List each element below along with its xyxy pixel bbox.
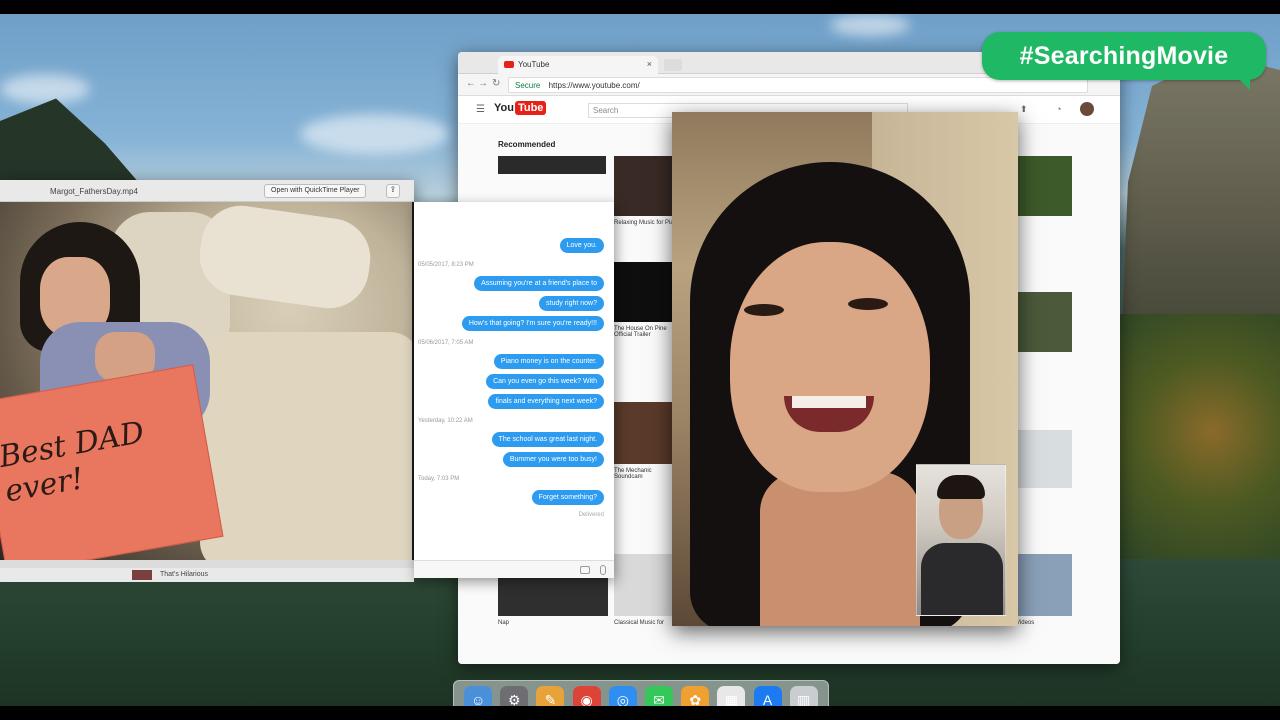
forward-icon[interactable]: → xyxy=(478,78,488,89)
player-titlebar: Margot_FathersDay.mp4 Open with QuickTim… xyxy=(0,180,414,202)
caller-eye xyxy=(744,304,784,316)
new-tab-button[interactable] xyxy=(664,59,682,71)
video-title[interactable]: The Mechanic Soundcam xyxy=(614,468,670,480)
cloud xyxy=(830,14,910,36)
message-bubble[interactable]: finals and everything next week? xyxy=(488,394,604,409)
cloud xyxy=(0,74,90,104)
browser-tab-youtube[interactable]: YouTube × xyxy=(498,56,658,74)
caller-neck xyxy=(760,472,920,626)
safari-icon[interactable]: ◎ xyxy=(608,686,637,706)
notification-strip: That's Hilarious xyxy=(0,568,414,582)
open-with-quicktime-button[interactable]: Open with QuickTime Player xyxy=(264,184,367,198)
video-player-window: Margot_FathersDay.mp4 Open with QuickTim… xyxy=(0,180,414,568)
caller-teeth xyxy=(792,396,866,408)
upload-icon[interactable]: ⬆ xyxy=(1020,104,1028,115)
video-frame[interactable]: Best DAD ever! xyxy=(0,202,412,560)
strip-label: That's Hilarious xyxy=(160,571,209,578)
secure-label: Secure xyxy=(515,81,541,90)
cloud xyxy=(300,114,450,154)
self-body xyxy=(921,543,1003,615)
strip-thumbnail xyxy=(132,570,152,580)
video-title[interactable]: Videos xyxy=(1016,620,1034,626)
message-bubble[interactable]: Assuming you're at a friend's place to xyxy=(474,276,604,291)
player-controls[interactable] xyxy=(0,560,414,568)
message-timestamp: 05/05/2017, 8:23 PM xyxy=(418,262,474,268)
system-preferences-icon[interactable]: ⚙ xyxy=(500,686,529,706)
dock: ☺ ⚙ ✎ ◉ ◎ ✉ ✿ ▦ A ▥ xyxy=(453,680,829,706)
back-icon[interactable]: ← xyxy=(466,78,476,89)
reload-icon[interactable]: ↻ xyxy=(492,78,500,89)
finder-icon[interactable]: ☺ xyxy=(464,686,493,706)
facetime-window xyxy=(672,112,1018,626)
caller-eye xyxy=(848,298,888,310)
caller-face xyxy=(730,242,930,492)
message-bubble[interactable]: How's that going? I'm sure you're ready!… xyxy=(461,316,604,331)
share-icon[interactable]: ⇪ xyxy=(386,184,400,198)
delivered-label: Delivered xyxy=(578,512,604,518)
mountain-left xyxy=(0,98,140,184)
notes-icon[interactable]: ✎ xyxy=(536,686,565,706)
youtube-logo[interactable]: You Tube xyxy=(494,101,547,115)
video-thumbnail[interactable] xyxy=(498,578,608,616)
messages-window: Love you. 05/05/2017, 8:23 PM Assuming you… xyxy=(414,202,614,578)
video-thumbnail[interactable] xyxy=(614,402,672,464)
microphone-icon[interactable] xyxy=(600,565,606,575)
player-filename: Margot_FathersDay.mp4 xyxy=(50,187,138,196)
avatar[interactable] xyxy=(1080,102,1094,116)
self-hair xyxy=(937,475,985,499)
video-thumbnail[interactable] xyxy=(1016,156,1072,216)
photos-icon[interactable]: ✿ xyxy=(681,686,710,706)
camera-icon[interactable] xyxy=(580,566,590,574)
message-bubble[interactable]: study right now? xyxy=(539,296,604,311)
calendar-icon[interactable]: ▦ xyxy=(717,686,746,706)
chrome-icon[interactable]: ◉ xyxy=(572,686,601,706)
letterbox-top xyxy=(0,0,1280,14)
youtube-logo-tube: Tube xyxy=(514,101,547,115)
message-bubble[interactable]: Love you. xyxy=(559,238,604,253)
video-thumbnail[interactable] xyxy=(614,156,672,216)
tab-title: YouTube xyxy=(518,60,550,69)
video-title[interactable]: Relaxing Music for Piano xyxy=(614,220,680,226)
youtube-icon xyxy=(504,61,514,68)
trash-icon[interactable]: ▥ xyxy=(789,686,818,706)
url-text: https://www.youtube.com/ xyxy=(548,81,640,90)
bell-icon[interactable]: ◔ xyxy=(1056,104,1061,114)
recommended-heading: Recommended xyxy=(498,140,556,149)
video-title[interactable]: Classical Music for xyxy=(614,620,664,626)
hamburger-menu-icon[interactable]: ☰ xyxy=(476,104,485,115)
letterbox-bottom xyxy=(0,706,1280,720)
message-bubble[interactable]: Piano money is on the counter. xyxy=(493,354,604,369)
video-title[interactable]: Nap xyxy=(498,620,509,626)
desktop: YouTube × ← → ↻ Secure https://www.youtu… xyxy=(0,14,1280,706)
video-title[interactable]: The House On Pine Official Trailer xyxy=(614,326,670,338)
youtube-logo-you: You xyxy=(494,102,514,114)
video-thumbnail[interactable] xyxy=(1016,292,1072,352)
video-thumbnail[interactable] xyxy=(614,262,672,322)
self-view-pip[interactable] xyxy=(916,464,1006,616)
close-icon[interactable]: × xyxy=(647,59,652,69)
card-text: Best DAD ever! xyxy=(0,415,147,510)
fathers-day-card: Best DAD ever! xyxy=(0,364,224,560)
hashtag-badge: #SearchingMovie xyxy=(982,32,1266,90)
message-input-bar[interactable] xyxy=(414,560,614,578)
message-bubble[interactable]: Bummer you were too busy! xyxy=(502,452,604,467)
message-bubble[interactable]: Forget something? xyxy=(531,490,604,505)
video-thumbnail[interactable] xyxy=(1016,554,1072,616)
messages-icon[interactable]: ✉ xyxy=(645,686,674,706)
video-thumbnail[interactable] xyxy=(498,156,606,174)
blanket xyxy=(200,332,412,560)
message-timestamp: 05/06/2017, 7:05 AM xyxy=(418,340,474,346)
message-timestamp: Today, 7:03 PM xyxy=(418,476,460,482)
message-bubble[interactable]: The school was great last night. xyxy=(491,432,604,447)
app-store-icon[interactable]: A xyxy=(753,686,782,706)
message-timestamp: Yesterday, 10:22 AM xyxy=(418,418,473,424)
message-bubble[interactable]: Can you even go this week? With xyxy=(486,374,604,389)
video-thumbnail[interactable] xyxy=(614,554,672,616)
video-thumbnail[interactable] xyxy=(1016,430,1072,488)
